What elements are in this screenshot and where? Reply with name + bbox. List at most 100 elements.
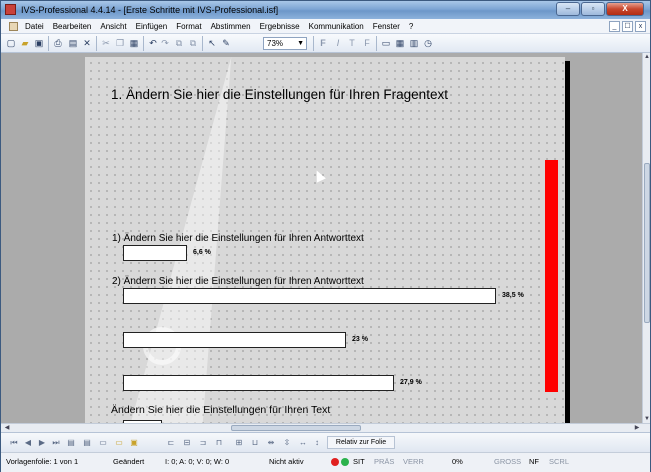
new-icon[interactable]: ▢ (5, 37, 17, 50)
answer-1-label[interactable]: 1) Ändern Sie hier die Einstellungen für… (112, 233, 364, 244)
menu-einfuegen[interactable]: Einfügen (136, 22, 168, 31)
title-bar[interactable]: IVS-Professional 4.4.14 - [Erste Schritt… (1, 1, 650, 19)
scroll-lock-indicator: SCRL (549, 457, 570, 466)
slide-sorter-icon[interactable]: ▤ (81, 437, 93, 448)
paste-icon[interactable]: ▦ (128, 37, 140, 50)
chart-icon[interactable]: ▥ (408, 37, 420, 50)
close-button[interactable]: X (606, 2, 644, 16)
align-middle-icon[interactable]: ⊞ (233, 437, 245, 448)
delete-icon[interactable]: ✕ (81, 37, 93, 50)
master-view-icon[interactable]: ▣ (128, 437, 140, 448)
menu-format[interactable]: Format (176, 22, 201, 31)
result-percent-2: 38,5 % (502, 292, 524, 299)
scroll-right-icon[interactable]: ▶ (633, 424, 641, 431)
save-icon[interactable]: ▣ (33, 37, 45, 50)
toolbar-separator (96, 36, 97, 51)
menu-abstimmen[interactable]: Abstimmen (211, 22, 251, 31)
result-bar-4[interactable] (123, 375, 394, 391)
zoom-value: 73% (267, 39, 284, 48)
slide-canvas[interactable]: 1. Ändern Sie hier die Einstellungen für… (85, 57, 565, 423)
properties-icon[interactable]: ▤ (67, 37, 79, 50)
next-slide-icon[interactable]: ▶ (37, 437, 47, 448)
result-percent-4: 27,9 % (400, 379, 422, 386)
print-icon[interactable]: ⎙ (52, 37, 64, 50)
menu-kommunikation[interactable]: Kommunikation (309, 22, 364, 31)
distribute-horizontal-icon[interactable]: ⇹ (265, 437, 277, 448)
result-percent-3: 23 % (352, 336, 368, 343)
slide-view-icon[interactable]: ▭ (97, 437, 109, 448)
countdown-timer-bar[interactable] (545, 160, 558, 392)
scroll-down-icon[interactable]: ▼ (643, 416, 651, 422)
timer-icon[interactable]: ◷ (422, 37, 434, 50)
toolbar-separator (202, 36, 203, 51)
mdi-restore-button[interactable]: ☐ (622, 21, 633, 32)
text-size-icon[interactable]: T (346, 37, 358, 50)
footer-text[interactable]: Ändern Sie hier die Einstellungen für Ih… (111, 404, 330, 416)
menu-ansicht[interactable]: Ansicht (100, 22, 126, 31)
same-width-icon[interactable]: ↔ (297, 437, 309, 448)
result-bar-1[interactable] (123, 245, 187, 261)
pras-indicator: PRÄS (374, 457, 395, 466)
eyedropper-icon[interactable]: ✎ (220, 37, 232, 50)
progress-percent: 0% (452, 457, 463, 466)
note-view-icon[interactable]: ▭ (113, 437, 125, 448)
distribute-vertical-icon[interactable]: ⇳ (281, 437, 293, 448)
modified-status: Geändert (113, 457, 145, 466)
menu-fenster[interactable]: Fenster (373, 22, 400, 31)
align-top-icon[interactable]: ⊓ (213, 437, 225, 448)
undo-icon[interactable]: ↶ (147, 37, 159, 50)
pointer-icon[interactable]: ↖ (206, 37, 218, 50)
toolbar-separator (48, 36, 49, 51)
navigation-toolbar: ⏮ ◀ ▶ ⏭ ▤ ▤ ▭ ▭ ▣ ⊏ ⊟ ⊐ ⊓ ⊞ ⊔ ⇹ ⇳ ↔ ↕ Re… (1, 432, 650, 452)
redo-icon[interactable]: ↷ (159, 37, 171, 50)
result-bar-2[interactable] (123, 288, 496, 304)
result-percent-1: 6,6 % (193, 249, 211, 256)
mdi-close-button[interactable]: x (635, 21, 646, 32)
align-center-icon[interactable]: ⊟ (181, 437, 193, 448)
horizontal-scrollbar[interactable]: ◀ ▶ (1, 423, 650, 432)
document-icon[interactable] (9, 22, 18, 31)
previous-slide-icon[interactable]: ◀ (23, 437, 33, 448)
main-toolbar: ▢ ▰ ▣ ⎙ ▤ ✕ ✂ ❐ ▦ ↶ ↷ ⧉ ⧉ ↖ ✎ 73% ▼ F I T… (1, 34, 650, 53)
question-text[interactable]: 1. Ändern Sie hier die Einstellungen für… (111, 87, 448, 102)
mdi-minimize-button[interactable]: _ (609, 21, 620, 32)
result-bar-3[interactable] (123, 332, 346, 348)
last-slide-icon[interactable]: ⏭ (51, 437, 61, 448)
scroll-up-icon[interactable]: ▲ (643, 54, 651, 60)
slide-list-icon[interactable]: ▤ (65, 437, 77, 448)
horizontal-scroll-thumb[interactable] (231, 425, 361, 431)
arrange-front-icon[interactable]: ⧉ (173, 37, 185, 50)
text-format-icon[interactable]: F (361, 37, 373, 50)
toolbar-separator (143, 36, 144, 51)
bold-icon[interactable]: F (317, 37, 329, 50)
scroll-left-icon[interactable]: ◀ (3, 424, 11, 431)
answer-2-label[interactable]: 2) Ändern Sie hier die Einstellungen für… (112, 276, 364, 287)
align-right-icon[interactable]: ⊐ (197, 437, 209, 448)
menu-bearbeiten[interactable]: Bearbeiten (53, 22, 92, 31)
cut-icon[interactable]: ✂ (100, 37, 112, 50)
first-slide-icon[interactable]: ⏮ (9, 437, 19, 448)
arrange-back-icon[interactable]: ⧉ (187, 37, 199, 50)
copy-icon[interactable]: ❐ (114, 37, 126, 50)
minimize-button[interactable]: – (556, 2, 580, 16)
open-icon[interactable]: ▰ (19, 37, 31, 50)
grid-icon[interactable]: ▦ (394, 37, 406, 50)
menu-ergebnisse[interactable]: Ergebnisse (260, 22, 300, 31)
same-height-icon[interactable]: ↕ (311, 437, 323, 448)
slide-workspace[interactable]: 1. Ändern Sie hier die Einstellungen für… (1, 53, 642, 423)
relative-to-slide-button[interactable]: Relativ zur Folie (327, 436, 395, 449)
menu-datei[interactable]: Datei (25, 22, 44, 31)
status-red-dot-icon (331, 458, 339, 466)
italic-icon[interactable]: I (332, 37, 344, 50)
zoom-select[interactable]: 73% ▼ (263, 37, 307, 50)
menu-help[interactable]: ? (409, 22, 413, 31)
slide-icon[interactable]: ▭ (380, 37, 392, 50)
align-left-icon[interactable]: ⊏ (165, 437, 177, 448)
align-bottom-icon[interactable]: ⊔ (249, 437, 261, 448)
maximize-button[interactable]: ▫ (581, 2, 605, 16)
toolbar-separator (376, 36, 377, 51)
vertical-scroll-thumb[interactable] (644, 163, 650, 323)
vertical-scrollbar[interactable]: ▲ ▼ (642, 53, 650, 423)
app-icon (5, 4, 16, 15)
slide-counter: Vorlagenfolie: 1 von 1 (6, 457, 79, 466)
